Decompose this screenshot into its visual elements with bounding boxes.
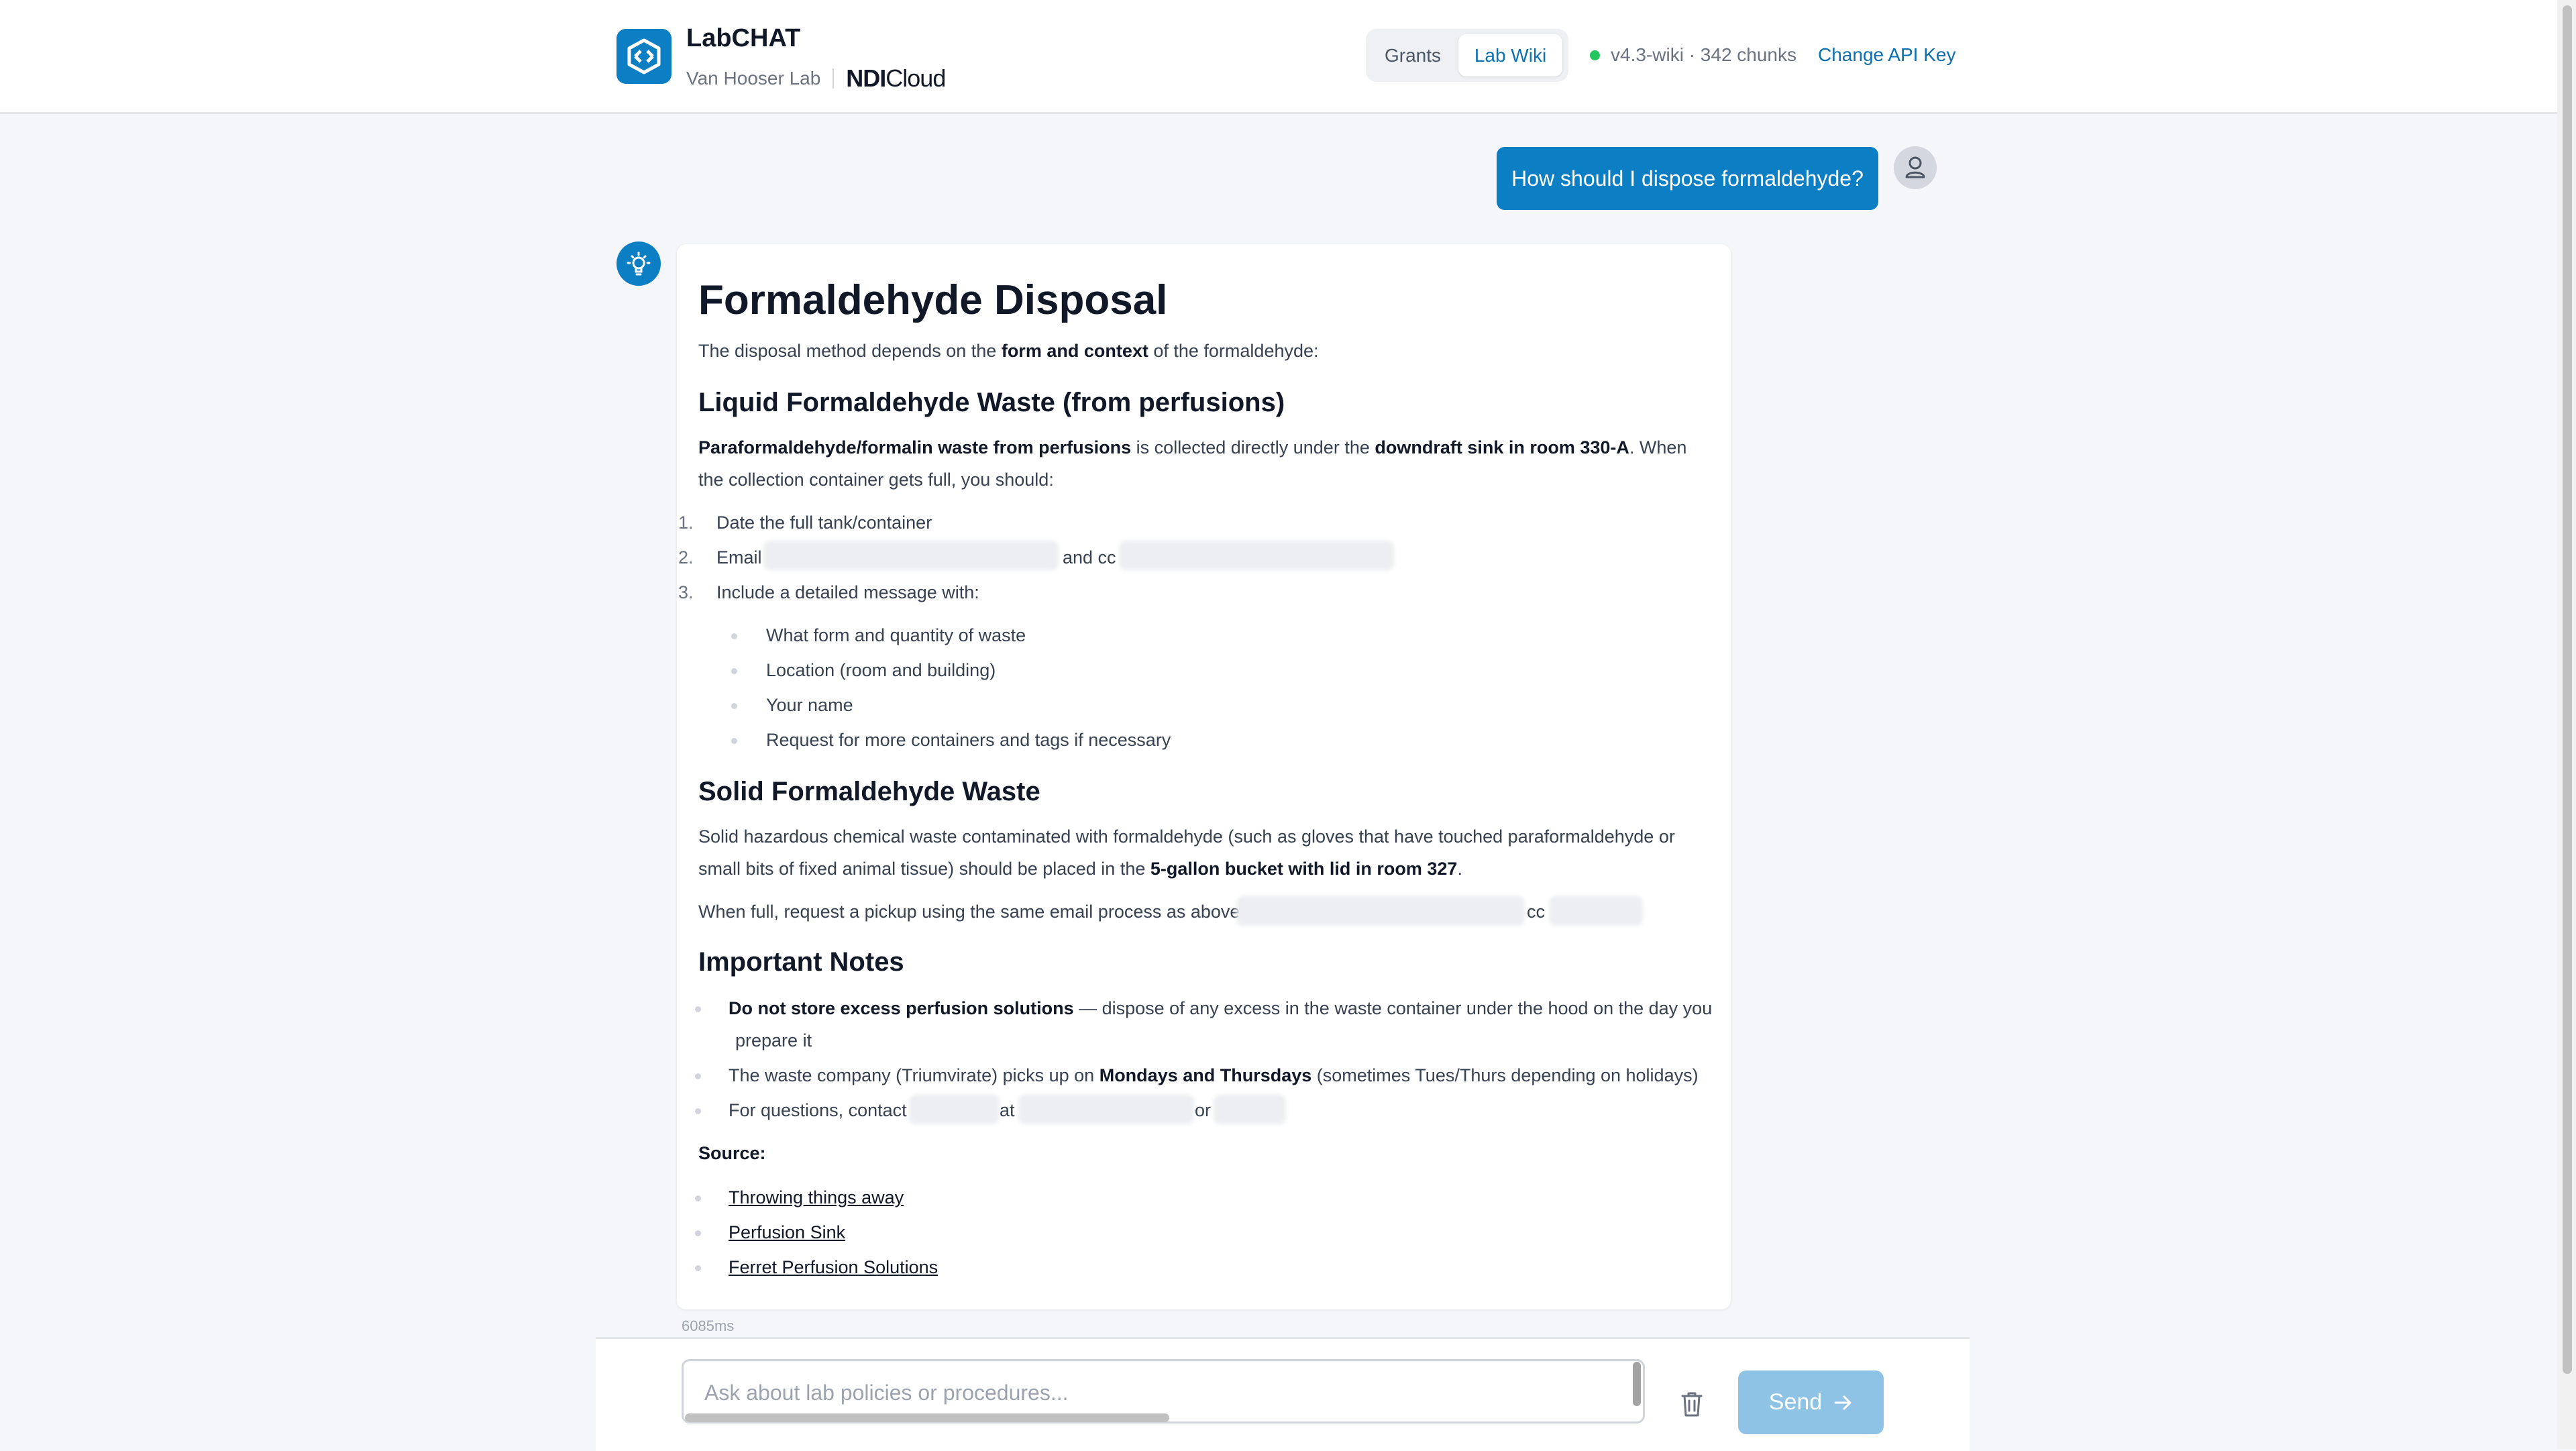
user-avatar: [1894, 146, 1937, 189]
assistant-avatar: [616, 241, 661, 286]
bullet-icon: [731, 633, 737, 639]
step-number: 1.: [678, 513, 694, 533]
detail-item: Your name: [766, 695, 853, 715]
ndicloud-logo: NDICloud: [846, 64, 946, 92]
redacted-email: [763, 541, 1059, 570]
send-button[interactable]: Send: [1738, 1371, 1884, 1434]
note-at-text: at: [1000, 1100, 1015, 1120]
step-item: Date the full tank/container: [716, 513, 932, 533]
index-status-text: v4.3-wiki · 342 chunks: [1611, 44, 1797, 65]
liquid-paragraph-line2: the collection container gets full, you …: [698, 470, 1054, 490]
app-title: LabCHAT: [686, 24, 801, 52]
redacted-email: [1119, 541, 1394, 570]
step-item: Include a detailed message with:: [716, 582, 979, 602]
solid-pickup-text: When full, request a pickup using the sa…: [698, 902, 1240, 922]
input-horizontal-scrollbar[interactable]: [685, 1413, 1169, 1422]
source-link[interactable]: Ferret Perfusion Solutions: [729, 1257, 938, 1278]
bullet-icon: [731, 668, 737, 674]
step-number: 2.: [678, 547, 694, 568]
solid-paragraph-line1: Solid hazardous chemical waste contamina…: [698, 826, 1675, 847]
redacted-email: [1018, 1095, 1194, 1124]
source-link[interactable]: Throwing things away: [729, 1187, 904, 1208]
clear-chat-button[interactable]: [1679, 1390, 1705, 1418]
note-item: For questions, contact: [729, 1100, 907, 1120]
mode-tabs: Grants Lab Wiki: [1366, 29, 1568, 82]
source-label: Source:: [698, 1143, 766, 1163]
header-subtitle: Van Hooser Lab NDICloud: [686, 64, 946, 93]
app-header: [0, 0, 2557, 114]
answer-intro: The disposal method depends on the form …: [698, 341, 1319, 361]
index-status: v4.3-wiki · 342 chunks: [1590, 44, 1796, 66]
step-item: Email: [716, 547, 762, 568]
lightbulb-icon: [627, 252, 651, 276]
trash-icon: [1681, 1392, 1703, 1417]
bullet-icon: [695, 1108, 701, 1114]
app-logo-icon: [616, 29, 672, 84]
bullet-icon: [731, 738, 737, 744]
answer-title: Formaldehyde Disposal: [698, 277, 1168, 323]
detail-item: Location (room and building): [766, 660, 996, 680]
response-time: 6085ms: [682, 1318, 735, 1334]
liquid-paragraph-line1: Paraformaldehyde/formalin waste from per…: [698, 437, 1687, 458]
step-and-cc: and cc: [1063, 547, 1116, 568]
subtitle-divider: [833, 68, 835, 89]
redacted-email: [1236, 896, 1525, 926]
heading-important-notes: Important Notes: [698, 947, 904, 977]
heading-liquid-waste: Liquid Formaldehyde Waste (from perfusio…: [698, 388, 1285, 417]
redacted-name: [909, 1095, 1000, 1124]
detail-item: Request for more containers and tags if …: [766, 730, 1171, 750]
source-link[interactable]: Perfusion Sink: [729, 1222, 845, 1243]
status-dot-icon: [1590, 50, 1600, 60]
bullet-icon: [695, 1230, 701, 1236]
note-item: Do not store excess perfusion solutions …: [729, 998, 1713, 1018]
bullet-icon: [695, 1006, 701, 1012]
heading-solid-waste: Solid Formaldehyde Waste: [698, 777, 1040, 806]
note-item: The waste company (Triumvirate) picks up…: [729, 1065, 1699, 1085]
bullet-icon: [695, 1265, 701, 1271]
bullet-icon: [731, 703, 737, 709]
solid-cc-text: cc: [1527, 902, 1545, 922]
redacted-phone: [1214, 1095, 1286, 1124]
redacted-email: [1549, 896, 1643, 926]
bullet-icon: [695, 1195, 701, 1201]
tab-lab-wiki[interactable]: Lab Wiki: [1458, 34, 1562, 76]
note-or-text: or: [1195, 1100, 1212, 1120]
tab-grants[interactable]: Grants: [1373, 34, 1453, 76]
user-icon: [1905, 156, 1925, 178]
detail-item: What form and quantity of waste: [766, 625, 1026, 645]
change-api-key-link[interactable]: Change API Key: [1818, 44, 1955, 66]
user-message: How should I dispose formaldehyde?: [1497, 147, 1878, 210]
arrow-right-icon: [1834, 1395, 1851, 1409]
lab-name: Van Hooser Lab: [686, 68, 821, 89]
note-item-continued: prepare it: [735, 1030, 812, 1051]
page-scrollbar-thumb[interactable]: [2563, 5, 2572, 1374]
send-label: Send: [1768, 1389, 1823, 1415]
chat-input-placeholder: Ask about lab policies or procedures...: [704, 1381, 1069, 1405]
bullet-icon: [695, 1073, 701, 1079]
step-number: 3.: [678, 582, 694, 602]
input-vertical-scrollbar[interactable]: [1633, 1362, 1641, 1406]
solid-paragraph-line2: small bits of fixed animal tissue) shoul…: [698, 859, 1462, 879]
